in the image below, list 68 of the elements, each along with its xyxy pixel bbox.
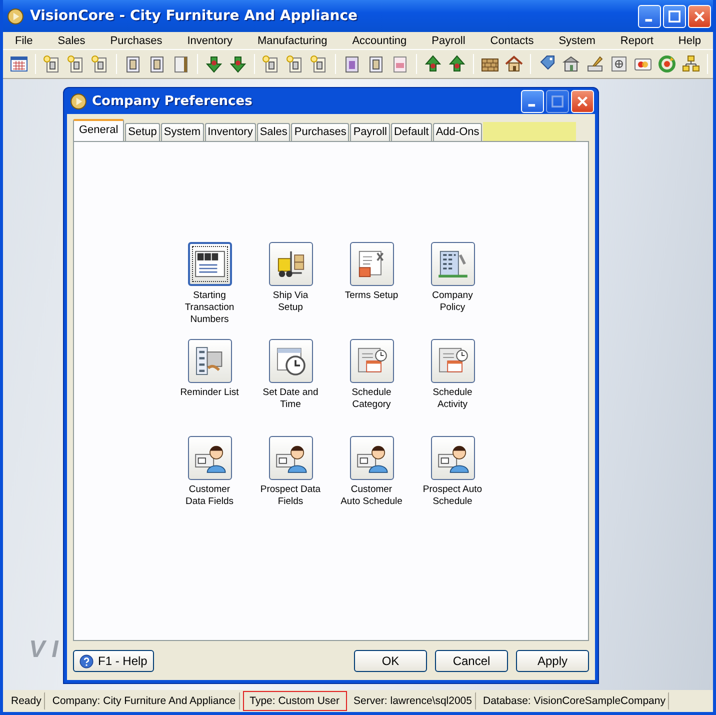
pen-icon[interactable] [585,54,605,74]
tab[interactable]: Sales [256,123,290,141]
dialog-title: Company Preferences [92,94,254,108]
tab[interactable]: Payroll [350,123,390,141]
preference-button[interactable] [268,436,312,480]
status-text: Company: City Furniture And Appliance [48,692,240,710]
preference-button[interactable] [268,242,312,286]
up-arrow-icon[interactable] [447,54,467,74]
preference-label: Set Date and Time [262,387,320,411]
window-title: VisionCore - City Furniture And Appliance [30,8,359,24]
help-button[interactable]: F1 - Help [73,650,154,672]
ok-button[interactable]: OK [354,650,427,672]
down-arrow-icon[interactable] [228,54,248,74]
menu-item[interactable]: Report [620,34,654,46]
menu-item[interactable]: System [558,34,596,46]
menu-item[interactable]: Help [678,34,702,46]
building-icon[interactable] [561,54,581,74]
preference-label: Prospect Auto Schedule [422,484,484,508]
preference-label: Reminder List [179,387,240,399]
status-text: Type: Custom User [242,691,346,711]
calendar-icon[interactable] [9,54,29,74]
preference-label: Prospect Data Fields [260,484,322,508]
house-icon[interactable] [504,54,524,74]
status-text: Database: VisionCoreSampleCompany [478,692,670,710]
tab[interactable]: Default [390,123,432,141]
app-logo-icon [70,92,87,110]
menu-item[interactable]: Accounting [352,34,407,46]
preference-button[interactable] [188,339,232,383]
preference-button[interactable] [188,242,232,286]
menu-item[interactable]: Contacts [490,34,534,46]
menu-item[interactable]: Inventory [187,34,232,46]
down-arrow-icon[interactable] [204,54,224,74]
apply-button[interactable]: Apply [516,650,589,672]
menu-item[interactable]: File [15,34,33,46]
tab[interactable]: Setup [125,123,160,141]
preference-label: Schedule Activity [432,387,474,411]
safe-icon[interactable] [609,54,629,74]
preference-button[interactable] [430,242,474,286]
tab[interactable]: Purchases [291,123,350,141]
tab[interactable]: Add-Ons [432,123,482,141]
preference-button[interactable] [188,436,232,480]
status-text: Server: lawrence\sql2005 [350,692,476,710]
menu-item[interactable]: Manufacturing [258,34,328,46]
tab[interactable]: Inventory [204,123,256,141]
status-text: Ready [7,692,46,710]
preference-label: Schedule Category [350,387,392,411]
menu-item[interactable]: Payroll [432,34,466,46]
help-icon [79,654,94,668]
up-arrow-icon[interactable] [423,54,443,74]
preference-button[interactable] [430,436,474,480]
preference-label: Company Policy [431,290,474,314]
preference-label: Customer Auto Schedule [340,484,402,508]
org-chart-icon[interactable] [681,54,701,74]
preference-label: Ship Via Setup [272,290,310,314]
preference-button[interactable] [350,242,394,286]
background-logo: V I [29,636,58,664]
app-logo-icon [7,8,24,24]
preference-label: Customer Data Fields [184,484,235,508]
preference-label: Starting Transaction Numbers [184,290,236,326]
preference-button[interactable] [350,436,394,480]
cancel-button[interactable]: Cancel [435,650,508,672]
preference-label: Terms Setup [344,290,400,302]
menu-item[interactable]: Sales [58,34,86,46]
tab[interactable]: System [160,123,204,141]
menu-item[interactable]: Purchases [110,34,162,46]
tab[interactable]: General [73,119,124,141]
cycle-icon[interactable] [657,54,677,74]
preference-button[interactable] [268,339,312,383]
